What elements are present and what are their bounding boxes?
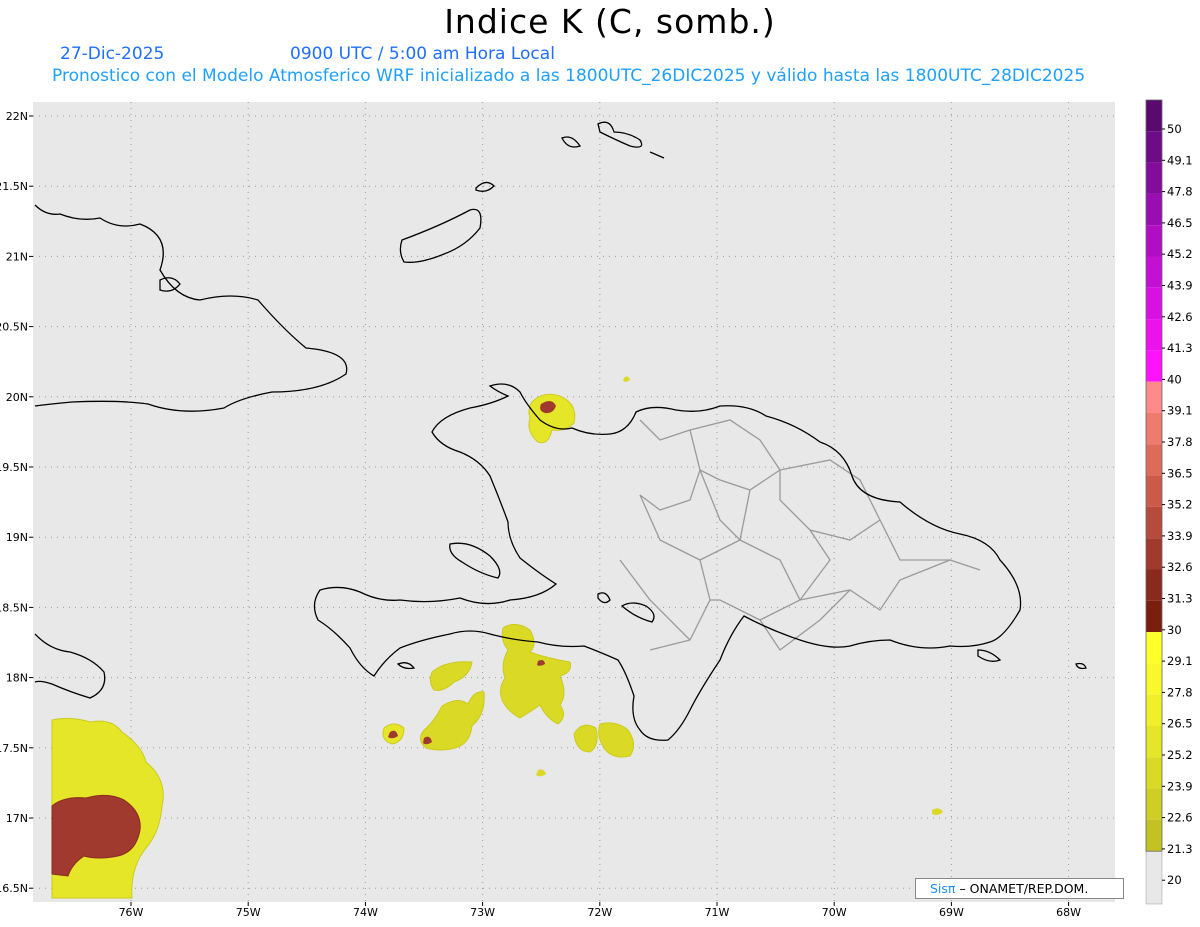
colorbar-segment <box>1146 319 1162 351</box>
page-title: Indice K (C, somb.) <box>444 2 776 41</box>
lat-label: 19N <box>6 531 28 544</box>
colorbar-label: 30 <box>1167 623 1182 637</box>
forecast-date: 27-Dic-2025 <box>60 44 165 64</box>
forecast-map: 22N 21.5N 21N 20.5N 20N 19.5N 19N 18.5N 18N 17.5N… <box>0 99 1193 919</box>
colorbar-label: 23.9 <box>1167 779 1193 793</box>
colorbar-label: 36.5 <box>1167 466 1193 480</box>
lat-labels: 22N 21.5N 21N 20.5N 20N 19.5N 19N 18.5N 18N 17.5N… <box>0 110 28 895</box>
colorbar-segment <box>1146 569 1162 601</box>
colorbar-label: 41.3 <box>1167 341 1193 355</box>
lat-label: 19.5N <box>0 461 28 474</box>
colorbar: 50 49.1 47.8 46.5 45.2 43.9 42.6 41.3 40 39.1 37.8… <box>1145 99 1193 905</box>
map-background <box>33 102 1115 902</box>
lon-label: 75W <box>236 906 261 919</box>
colorbar-segment <box>1146 600 1162 633</box>
lat-label: 17N <box>6 812 28 825</box>
forecast-time: 0900 UTC / 5:00 am Hora Local <box>290 44 555 64</box>
colorbar-segment <box>1146 757 1162 789</box>
credit-box: Sisπ – ONAMET/REP.DOM. <box>915 878 1124 899</box>
colorbar-segment <box>1146 694 1162 726</box>
colorbar-label: 45.2 <box>1167 247 1193 261</box>
colorbar-label: 46.5 <box>1167 216 1193 230</box>
credit-brand: Sisπ <box>930 881 956 896</box>
lon-label: 74W <box>353 906 378 919</box>
credit-org: – ONAMET/REP.DOM. <box>959 881 1089 896</box>
colorbar-segment <box>1146 162 1162 194</box>
lat-label: 17.5N <box>0 742 28 755</box>
colorbar-segment <box>1146 131 1162 163</box>
colorbar-segment <box>1146 256 1162 288</box>
colorbar-label: 47.8 <box>1167 185 1193 199</box>
colorbar-label: 49.1 <box>1167 153 1193 167</box>
lat-label: 22N <box>6 110 28 123</box>
lat-label: 18.5N <box>0 601 28 614</box>
colorbar-segment <box>1146 444 1162 476</box>
colorbar-label: 37.8 <box>1167 435 1193 449</box>
colorbar-segment <box>1146 381 1162 413</box>
colorbar-segment <box>1146 538 1162 570</box>
colorbar-segment <box>1146 100 1162 132</box>
lon-label: 69W <box>939 906 964 919</box>
lat-label: 20.5N <box>0 321 28 334</box>
colorbar-label: 40 <box>1167 372 1182 386</box>
lat-label: 21.5N <box>0 180 28 193</box>
colorbar-label: 25.2 <box>1167 748 1193 762</box>
lon-label: 72W <box>587 906 612 919</box>
colorbar-segment <box>1146 350 1162 382</box>
colorbar-label: 21.3 <box>1167 842 1193 856</box>
lon-label: 70W <box>822 906 847 919</box>
colorbar-segment <box>1146 287 1162 320</box>
colorbar-segment <box>1146 506 1162 539</box>
lat-label: 20N <box>6 391 28 404</box>
model-info: Pronostico con el Modelo Atmosferico WRF… <box>52 66 1086 86</box>
colorbar-label: 50 <box>1167 122 1182 136</box>
lon-label: 68W <box>1056 906 1081 919</box>
lon-label: 71W <box>705 906 730 919</box>
colorbar-below-range <box>1145 850 1163 905</box>
colorbar-label: 35.2 <box>1167 498 1193 512</box>
colorbar-label: 29.1 <box>1167 654 1193 668</box>
colorbar-segment <box>1146 726 1162 758</box>
lat-label: 21N <box>6 250 28 263</box>
colorbar-segment <box>1146 788 1162 820</box>
lon-label: 76W <box>119 906 144 919</box>
lon-labels: 76W 75W 74W 73W 72W 71W 70W 69W 68W <box>119 906 1082 919</box>
colorbar-label: 39.1 <box>1167 404 1193 418</box>
colorbar-label: 20 <box>1167 873 1182 887</box>
colorbar-segment <box>1146 475 1162 507</box>
colorbar-segment <box>1146 225 1162 257</box>
lon-label: 73W <box>470 906 495 919</box>
lat-label: 18N <box>6 672 28 685</box>
colorbar-label: 26.5 <box>1167 717 1193 731</box>
colorbar-label: 22.6 <box>1167 811 1193 825</box>
colorbar-segment <box>1146 632 1162 664</box>
colorbar-label: 31.3 <box>1167 592 1193 606</box>
colorbar-label: 33.9 <box>1167 529 1193 543</box>
colorbar-segment <box>1146 193 1162 226</box>
colorbar-segment <box>1146 413 1162 445</box>
lat-label: 16.5N <box>0 882 28 895</box>
colorbar-segment <box>1146 819 1162 852</box>
colorbar-segment <box>1146 663 1162 695</box>
colorbar-label: 43.9 <box>1167 279 1193 293</box>
colorbar-label: 32.6 <box>1167 560 1193 574</box>
colorbar-label: 42.6 <box>1167 310 1193 324</box>
colorbar-label: 27.8 <box>1167 685 1193 699</box>
